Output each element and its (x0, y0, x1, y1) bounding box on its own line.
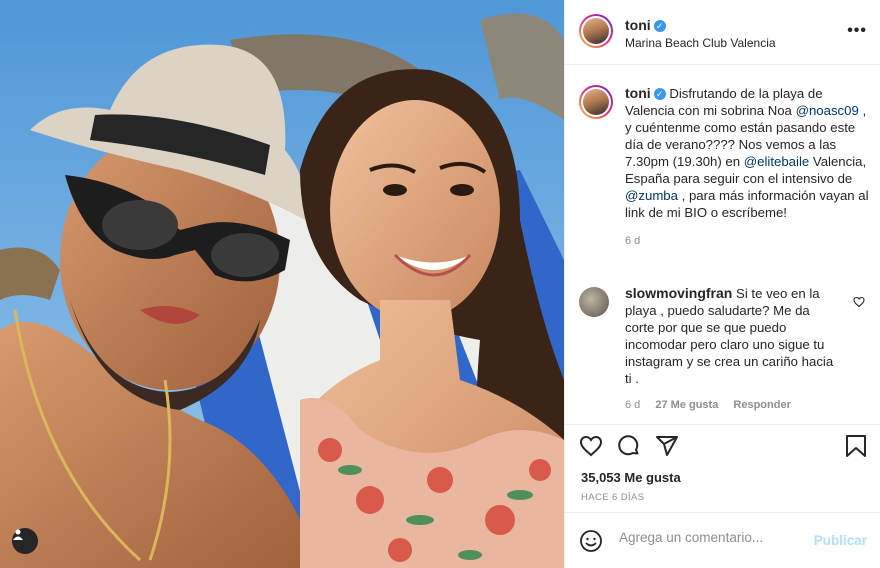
post-location[interactable]: Marina Beach Club Valencia (625, 36, 776, 50)
beach-selfie-image (0, 0, 564, 568)
caption-avatar[interactable] (579, 85, 613, 119)
reply-button[interactable]: Responder (733, 399, 790, 411)
post-header: toni ✓ Marina Beach Club Valencia ••• (565, 0, 880, 65)
comment-text: slowmovingfran Si te veo en la playa , p… (625, 285, 837, 387)
author-name-row: toni ✓ (625, 17, 666, 35)
comment-meta: 6 d 27 Me gusta Responder (625, 399, 791, 411)
comment-likes[interactable]: 27 Me gusta (655, 399, 718, 411)
instagram-post: toni ✓ Marina Beach Club Valencia ••• ton… (0, 0, 880, 568)
emoji-icon[interactable] (579, 529, 603, 558)
post-photo[interactable] (0, 0, 564, 568)
commenter-avatar[interactable] (579, 287, 609, 317)
post-date[interactable]: HACE 6 DÍAS (581, 492, 645, 503)
comment-like-heart-icon[interactable] (853, 295, 865, 313)
comment-input[interactable] (617, 529, 811, 546)
verified-badge-icon: ✓ (653, 88, 666, 100)
comments-section: toni ✓ Disfrutando de la playa de Valenci… (565, 65, 880, 425)
publish-button[interactable]: Publicar (814, 533, 867, 548)
mention-link[interactable]: @zumba (625, 188, 678, 203)
mention-link[interactable]: @noasc09 (796, 103, 859, 118)
likes-count[interactable]: 35,053 Me gusta (581, 470, 681, 485)
bookmark-icon[interactable] (845, 434, 867, 463)
caption-text: toni ✓ Disfrutando de la playa de Valenci… (625, 85, 869, 250)
user-tag-icon[interactable] (12, 528, 38, 554)
share-icon[interactable] (655, 434, 679, 463)
verified-badge-icon: ✓ (653, 20, 666, 32)
caption-username[interactable]: toni (625, 85, 651, 101)
comment-time[interactable]: 6 d (625, 399, 640, 411)
author-username[interactable]: toni (625, 17, 651, 33)
more-options-icon[interactable]: ••• (847, 22, 867, 40)
commenter-username[interactable]: slowmovingfran (625, 285, 732, 301)
post-details-panel: toni ✓ Marina Beach Club Valencia ••• ton… (564, 0, 880, 568)
caption-time[interactable]: 6 d (625, 233, 869, 250)
author-avatar[interactable] (579, 14, 613, 48)
mention-link[interactable]: @elitebaile (744, 154, 809, 169)
comment-icon[interactable] (617, 434, 641, 463)
comment-body: Si te veo en la playa , puedo saludarte?… (625, 286, 834, 386)
action-bar (565, 428, 880, 468)
add-comment-bar: Publicar (565, 512, 880, 568)
heart-icon[interactable] (579, 434, 603, 463)
